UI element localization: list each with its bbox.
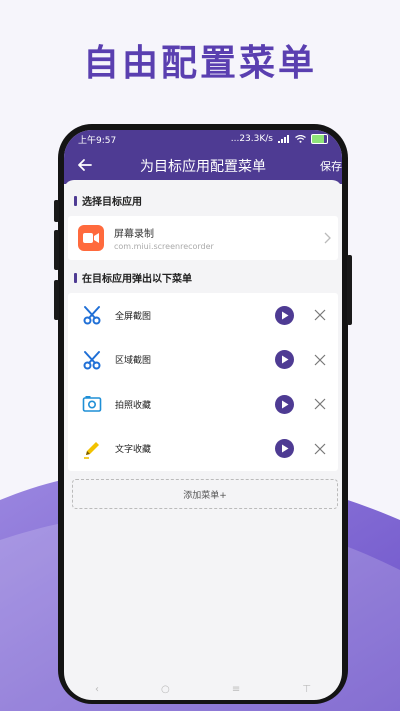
target-app-package: com.miui.screenrecorder xyxy=(114,242,214,251)
nav-home-icon[interactable]: ○ xyxy=(161,684,170,695)
section-menu-header: 在目标应用弹出以下菜单 xyxy=(64,260,342,293)
signal-icon xyxy=(278,135,289,143)
phone-side-button xyxy=(54,280,59,320)
section-marker xyxy=(74,195,77,206)
play-button[interactable] xyxy=(275,350,294,370)
phone-screen: 上午9:57 ...23.3K/s 为目标应用配置菜单 保存 选择目标应用 屏幕… xyxy=(64,130,342,700)
status-bar: 上午9:57 ...23.3K/s xyxy=(64,130,342,148)
phone-side-button xyxy=(54,200,59,222)
wifi-icon xyxy=(295,135,306,143)
close-icon[interactable] xyxy=(314,398,326,410)
screen-recorder-icon xyxy=(78,225,104,251)
menu-item-fullscreen-screenshot[interactable]: 全屏截图 xyxy=(68,293,338,338)
headline: 自由配置菜单 xyxy=(82,43,317,84)
close-icon[interactable] xyxy=(314,309,326,321)
battery-icon xyxy=(311,134,328,144)
status-icons: ...23.3K/s xyxy=(231,134,328,144)
menu-item-label: 拍照收藏 xyxy=(115,400,152,411)
menu-item-text-collect[interactable]: 文字收藏 xyxy=(68,427,338,472)
menu-item-photo-collect[interactable]: 拍照收藏 xyxy=(68,382,338,427)
camera-icon xyxy=(82,396,102,413)
nav-back-icon[interactable]: ‹ xyxy=(95,684,99,695)
target-app-card[interactable]: 屏幕录制 com.miui.screenrecorder xyxy=(68,216,338,260)
status-time: 上午9:57 xyxy=(78,135,117,146)
nav-menu-icon[interactable]: ≡ xyxy=(232,684,240,695)
chevron-right-icon xyxy=(324,232,331,244)
menu-item-label: 区域截图 xyxy=(115,356,152,367)
play-button[interactable] xyxy=(275,439,294,459)
section-target-label: 选择目标应用 xyxy=(82,197,142,208)
section-marker xyxy=(74,272,77,283)
navigation-bar: ‹ ○ ≡ ⊤ xyxy=(64,684,342,700)
menu-item-label: 全屏截图 xyxy=(115,311,152,322)
page-title: 为目标应用配置菜单 xyxy=(140,159,266,175)
scissors-icon xyxy=(83,306,101,325)
nav-extra-icon[interactable]: ⊤ xyxy=(302,684,311,695)
scissors-icon xyxy=(83,350,101,370)
target-app-name: 屏幕录制 xyxy=(114,229,154,240)
back-arrow-icon[interactable] xyxy=(74,154,96,176)
play-button[interactable] xyxy=(275,305,294,325)
menu-item-region-screenshot[interactable]: 区域截图 xyxy=(68,338,338,383)
phone-side-button xyxy=(347,255,352,325)
close-icon[interactable] xyxy=(314,354,326,366)
close-icon[interactable] xyxy=(314,443,326,455)
add-menu-button[interactable]: 添加菜单+ xyxy=(72,479,338,509)
section-target-header: 选择目标应用 xyxy=(64,180,342,216)
play-button[interactable] xyxy=(275,394,294,414)
phone-side-button xyxy=(54,230,59,270)
menu-list: 全屏截图 区域截图 拍照收藏 文字收藏 xyxy=(68,293,338,471)
section-menu-label: 在目标应用弹出以下菜单 xyxy=(82,274,192,285)
menu-item-label: 文字收藏 xyxy=(115,445,152,456)
pencil-icon xyxy=(84,441,99,459)
app-bar: 为目标应用配置菜单 保存 xyxy=(64,148,342,184)
save-button[interactable]: 保存 xyxy=(320,158,342,174)
content-area: 选择目标应用 屏幕录制 com.miui.screenrecorder 在目标应… xyxy=(64,180,342,509)
network-speed: ...23.3K/s xyxy=(230,134,273,144)
